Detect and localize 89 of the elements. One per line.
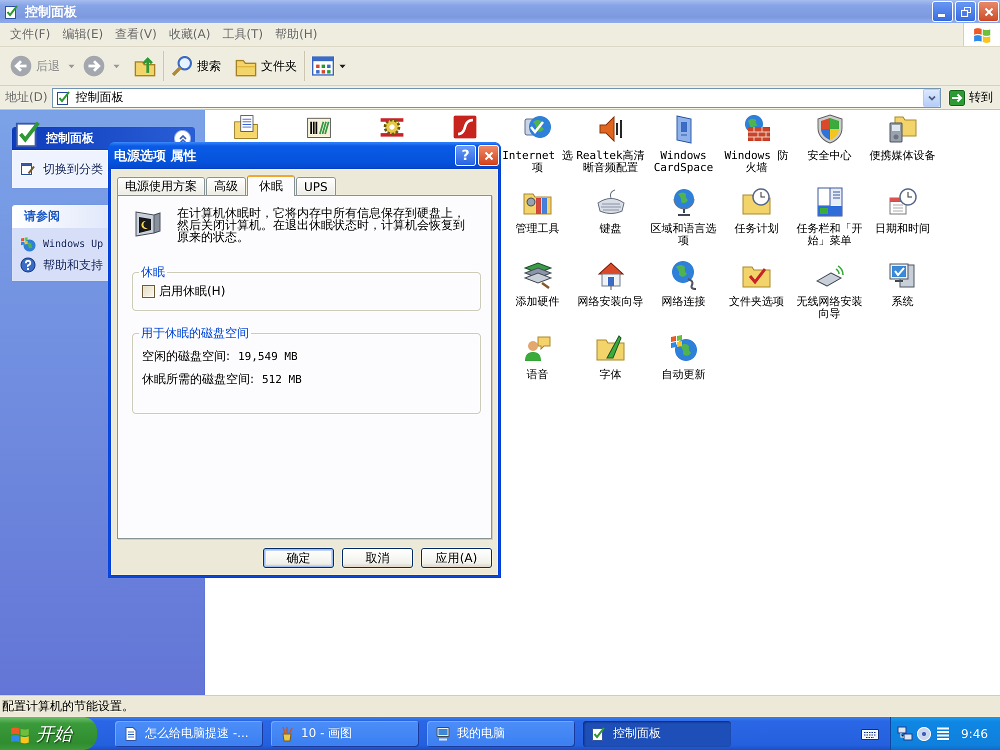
taskbar-button[interactable]: 控制面板 (583, 720, 731, 746)
caret-icon (68, 64, 75, 68)
icon-item[interactable]: 字体 (575, 332, 646, 381)
menu-item[interactable]: 文件(F) (5, 24, 56, 45)
group-title: 用于休眠的磁盘空间 (140, 325, 250, 342)
address-field[interactable]: 控制面板 (52, 88, 941, 108)
icon-item[interactable]: 管理工具 (502, 186, 573, 235)
tab[interactable]: 高级 (206, 177, 246, 195)
info-label: 空闲的磁盘空间: (142, 348, 230, 365)
search-button[interactable]: 搜索 (167, 49, 225, 83)
taskbar-button[interactable]: 我的电脑 (427, 720, 575, 746)
icon-item[interactable]: Internet 选项 (502, 113, 573, 174)
network-computers-icon[interactable] (897, 726, 913, 742)
double-chevron-up-icon (176, 132, 188, 144)
description-text: 在计算机休眠时，它将内存中所有信息保存到硬盘上，然后关闭计算机。在退出休眠状态时，计算机会恢复到原来的状态。 (177, 207, 466, 243)
icon-item[interactable]: 系统 (867, 259, 938, 308)
ok-button[interactable]: 确定 (263, 548, 334, 568)
cancel-button[interactable]: 取消 (342, 548, 413, 568)
icon-item[interactable]: 便携媒体设备 (867, 113, 938, 162)
checkbox-label[interactable]: 启用休眠(H) (159, 282, 226, 300)
close-button[interactable] (478, 145, 499, 166)
folders-button[interactable]: 文件夹 (231, 49, 301, 83)
icon-item[interactable]: 键盘 (575, 186, 646, 235)
info-label: 休眠所需的磁盘空间: (142, 371, 254, 388)
apply-button[interactable]: 应用(A) (421, 548, 492, 568)
icon-item[interactable]: 添加硬件 (502, 259, 573, 308)
menu-item[interactable]: 工具(T) (217, 24, 268, 45)
icon-item[interactable]: 任务计划 (721, 186, 792, 235)
caret-icon (113, 64, 120, 68)
folder-papers-icon (232, 113, 260, 141)
icon-item[interactable]: 任务栏和「开始」菜单 (794, 186, 865, 247)
help-icon (20, 257, 36, 273)
tab[interactable]: UPS (296, 177, 336, 195)
icon-item[interactable]: 网络连接 (648, 259, 719, 308)
icon-item[interactable]: 网络安装向导 (575, 259, 646, 308)
search-icon (171, 55, 193, 77)
arrow-right-icon (949, 90, 965, 106)
restore-icon (960, 6, 970, 16)
computer-icon (435, 726, 451, 742)
icon-item[interactable]: Realtek高清晰音频配置 (575, 113, 646, 174)
icon-item[interactable]: 自动更新 (648, 332, 719, 381)
dropdown-button[interactable] (923, 88, 940, 106)
window-title: 控制面板 (25, 4, 78, 20)
checkbox[interactable] (142, 284, 155, 298)
swoosh-tile-icon (450, 113, 478, 141)
panel-title: 请参阅 (24, 208, 60, 225)
close-icon (984, 6, 994, 16)
checklist-icon (591, 726, 607, 742)
arrow-right-icon (83, 55, 105, 77)
menu-item[interactable]: 收藏(A) (164, 24, 216, 45)
menu-item[interactable]: 编辑(E) (57, 24, 108, 45)
clock: 9:46 (961, 726, 988, 740)
info-value: 512 MB (262, 373, 302, 386)
go-button[interactable]: 转到 (947, 89, 995, 106)
address-label: 地址(D) (5, 89, 48, 106)
start-button[interactable]: 开始 (0, 717, 97, 750)
icon-item[interactable]: 语音 (502, 332, 573, 381)
arrow-left-icon (10, 55, 32, 77)
globe-flag-icon (20, 236, 36, 252)
keyboard-icon[interactable] (861, 728, 879, 740)
group-title: 休眠 (140, 264, 166, 281)
icon-item[interactable]: 日期和时间 (867, 186, 938, 235)
checklist-icon (4, 4, 20, 20)
tab[interactable]: 休眠 (247, 175, 295, 196)
tab[interactable]: 电源使用方案 (117, 177, 205, 195)
caret-icon (339, 64, 346, 68)
info-value: 19,549 MB (238, 350, 298, 363)
menu-item[interactable]: 查看(V) (110, 24, 162, 45)
disc-icon[interactable] (916, 726, 932, 742)
menu-item[interactable]: 帮助(H) (270, 24, 322, 45)
panel-title: 控制面板 (46, 130, 94, 147)
close-icon (484, 150, 494, 160)
document-icon (123, 726, 139, 742)
icon-item[interactable]: 区域和语言选项 (648, 186, 719, 247)
folder-up-arrow-icon (134, 55, 156, 77)
taskbar-button[interactable]: 怎么给电脑提速 -... (115, 720, 263, 746)
grid-window-icon (312, 55, 334, 77)
minimize-icon (938, 14, 944, 17)
icon-item[interactable]: 文件夹选项 (721, 259, 792, 308)
status-text: 配置计算机的节能设置。 (2, 698, 134, 715)
icon-item[interactable]: Windows CardSpace (648, 113, 719, 174)
icon-item[interactable]: 无线网络安装向导 (794, 259, 865, 320)
icon-item[interactable]: 安全中心 (794, 113, 865, 162)
bars-icon[interactable] (935, 726, 951, 742)
icon-item[interactable]: Windows 防火墙 (721, 113, 792, 174)
checklist-icon (56, 90, 72, 106)
dialog-title: 电源选项 属性 (114, 148, 198, 164)
address-value: 控制面板 (76, 89, 125, 106)
window-pen-icon (20, 161, 36, 177)
